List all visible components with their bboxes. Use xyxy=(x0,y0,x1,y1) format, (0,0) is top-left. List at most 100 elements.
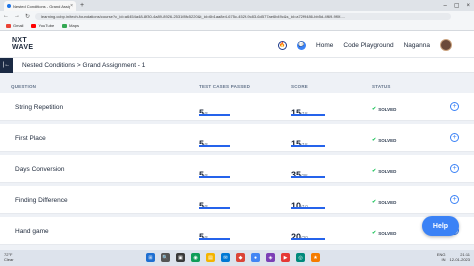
score-cell: 15/15 xyxy=(291,103,325,121)
score-progress-bar xyxy=(291,145,325,147)
question-name: Days Conversion xyxy=(15,166,65,173)
score-value: 10 xyxy=(291,201,302,211)
test-cases-cell: 5/5 xyxy=(199,196,230,214)
score-progress-fill xyxy=(291,145,325,147)
chat-icon[interactable]: 💬 xyxy=(297,40,307,50)
score-value: 35 xyxy=(291,170,302,180)
status-text: SOLVED xyxy=(378,230,397,236)
breadcrumb-bar: |← Nested Conditions > Grand Assignment … xyxy=(0,57,474,73)
taskbar-app-icon[interactable]: ◆ xyxy=(236,253,245,262)
expand-plus-icon[interactable]: + xyxy=(450,164,459,173)
forward-icon[interactable]: → xyxy=(14,13,20,19)
score-cell: 15/15 xyxy=(291,134,325,152)
header-status: STATUS xyxy=(372,83,391,89)
address-bar-row: ← → ↻ learning.ccbp.in/tech-foundations/… xyxy=(0,11,474,21)
tab-close-icon[interactable]: × xyxy=(70,3,73,9)
bookmarks-bar: Gmail YouTube Maps xyxy=(0,21,474,31)
header-actions: 🔥 💬 Home Code Playground Naganna xyxy=(278,38,452,52)
table-row[interactable]: String Repetition 5/5 15/15 ✔ SOLVED + xyxy=(0,93,474,121)
region: IN xyxy=(441,257,446,262)
expand-plus-icon[interactable]: + xyxy=(450,195,459,204)
test-cases-cell: 5/5 xyxy=(199,165,230,183)
taskbar-app-icon[interactable]: ★ xyxy=(311,253,320,262)
language-indicator[interactable]: ENG IN xyxy=(437,252,446,262)
status-text: SOLVED xyxy=(378,168,397,174)
table-row[interactable]: Hand game 5/5 20/20 ✔ SOLVED + xyxy=(0,217,474,245)
back-icon[interactable]: ← xyxy=(3,13,9,19)
question-name: String Repetition xyxy=(15,104,64,111)
question-name: First Place xyxy=(15,135,46,142)
tc-progress-fill xyxy=(199,176,230,178)
logo-line-1: NXT xyxy=(12,37,27,44)
reload-icon[interactable]: ↻ xyxy=(25,13,30,20)
minimize-button[interactable]: – xyxy=(443,3,446,9)
table-header: QUESTION TEST CASES PASSED SCORE STATUS xyxy=(0,81,474,91)
url-input[interactable]: learning.ccbp.in/tech-foundations/course… xyxy=(35,12,451,20)
score-value: 15 xyxy=(291,108,302,118)
new-tab-button[interactable]: + xyxy=(80,2,84,9)
tc-progress-bar xyxy=(199,207,230,209)
clock-date: 12-01-2023 xyxy=(449,257,470,262)
expand-plus-icon[interactable]: + xyxy=(450,133,459,142)
taskbar-app-icon[interactable]: 🔍 xyxy=(161,253,170,262)
bookmark-maps[interactable]: Maps xyxy=(62,23,79,28)
close-window-button[interactable]: × xyxy=(466,3,470,9)
tc-progress-bar xyxy=(199,145,230,147)
check-icon: ✔ xyxy=(372,230,377,236)
maps-icon xyxy=(62,23,68,28)
taskbar-app-icon[interactable]: ✉ xyxy=(221,253,230,262)
gmail-icon xyxy=(6,23,11,28)
bookmark-label: Maps xyxy=(69,23,79,28)
taskbar-apps: ⊞ 🔍 ▣ ◉ ▤ ✉ ◆ ● ◈ ▶ ◎ ★ xyxy=(146,253,320,262)
taskbar-app-icon[interactable]: ▣ xyxy=(176,253,185,262)
weather-widget[interactable]: 72°F Clear xyxy=(4,252,14,262)
score-progress-bar xyxy=(291,207,325,209)
maximize-button[interactable]: ▢ xyxy=(454,2,460,9)
weather-desc: Clear xyxy=(4,257,14,262)
status-text: SOLVED xyxy=(378,106,397,112)
taskbar-app-icon[interactable]: ◎ xyxy=(296,253,305,262)
streak-icon[interactable]: 🔥 xyxy=(278,40,288,50)
bookmark-gmail[interactable]: Gmail xyxy=(6,23,23,28)
score-progress-fill xyxy=(291,238,325,240)
tc-progress-bar xyxy=(199,114,230,116)
expand-plus-icon[interactable]: + xyxy=(450,102,459,111)
nav-code-playground[interactable]: Code Playground xyxy=(343,42,393,49)
breadcrumb: Nested Conditions > Grand Assignment - 1 xyxy=(22,61,146,69)
table-row[interactable]: Finding Difference 5/5 10/10 ✔ SOLVED + xyxy=(0,186,474,214)
table-row[interactable]: First Place 5/5 15/15 ✔ SOLVED + xyxy=(0,124,474,152)
taskbar-app-icon[interactable]: ◉ xyxy=(191,253,200,262)
tc-progress-fill xyxy=(199,114,230,116)
score-progress-fill xyxy=(291,176,325,178)
avatar[interactable] xyxy=(440,39,452,51)
bookmark-youtube[interactable]: YouTube xyxy=(31,23,54,28)
tab-bar: Nested Conditions - Grand Assignment - 1… xyxy=(0,0,474,11)
status-badge: ✔ SOLVED xyxy=(372,168,396,174)
taskbar-app-icon[interactable]: ◈ xyxy=(266,253,275,262)
check-icon: ✔ xyxy=(372,199,377,205)
collapse-sidebar-button[interactable]: |← xyxy=(0,57,13,73)
logo-line-2: WAVE xyxy=(12,44,34,51)
user-name[interactable]: Naganna xyxy=(404,42,430,49)
app-header: NXT WAVE 🔥 💬 Home Code Playground Nagann… xyxy=(0,31,474,58)
table-row[interactable]: Days Conversion 5/5 35/35 ✔ SOLVED + xyxy=(0,155,474,183)
nxtwave-logo[interactable]: NXT WAVE xyxy=(12,37,33,51)
score-value: 15 xyxy=(291,139,302,149)
help-button[interactable]: Help xyxy=(422,216,459,236)
system-tray: ENG IN 21:11 12-01-2023 xyxy=(437,252,470,262)
tc-progress-fill xyxy=(199,145,230,147)
status-badge: ✔ SOLVED xyxy=(372,230,396,236)
check-icon: ✔ xyxy=(372,106,377,112)
test-cases-cell: 5/5 xyxy=(199,134,230,152)
bookmark-label: Gmail xyxy=(13,23,24,28)
tc-progress-bar xyxy=(199,176,230,178)
taskbar-app-icon[interactable]: ▶ xyxy=(281,253,290,262)
clock[interactable]: 21:11 12-01-2023 xyxy=(450,252,470,262)
score-progress-bar xyxy=(291,238,325,240)
tab-title: Nested Conditions - Grand Assignment - 1 xyxy=(13,3,71,9)
nav-home[interactable]: Home xyxy=(316,42,333,49)
taskbar-app-icon[interactable]: ▤ xyxy=(206,253,215,262)
taskbar-app-icon[interactable]: ● xyxy=(251,253,260,262)
browser-tab[interactable]: Nested Conditions - Grand Assignment - 1… xyxy=(4,1,76,11)
taskbar-app-icon[interactable]: ⊞ xyxy=(146,253,155,262)
